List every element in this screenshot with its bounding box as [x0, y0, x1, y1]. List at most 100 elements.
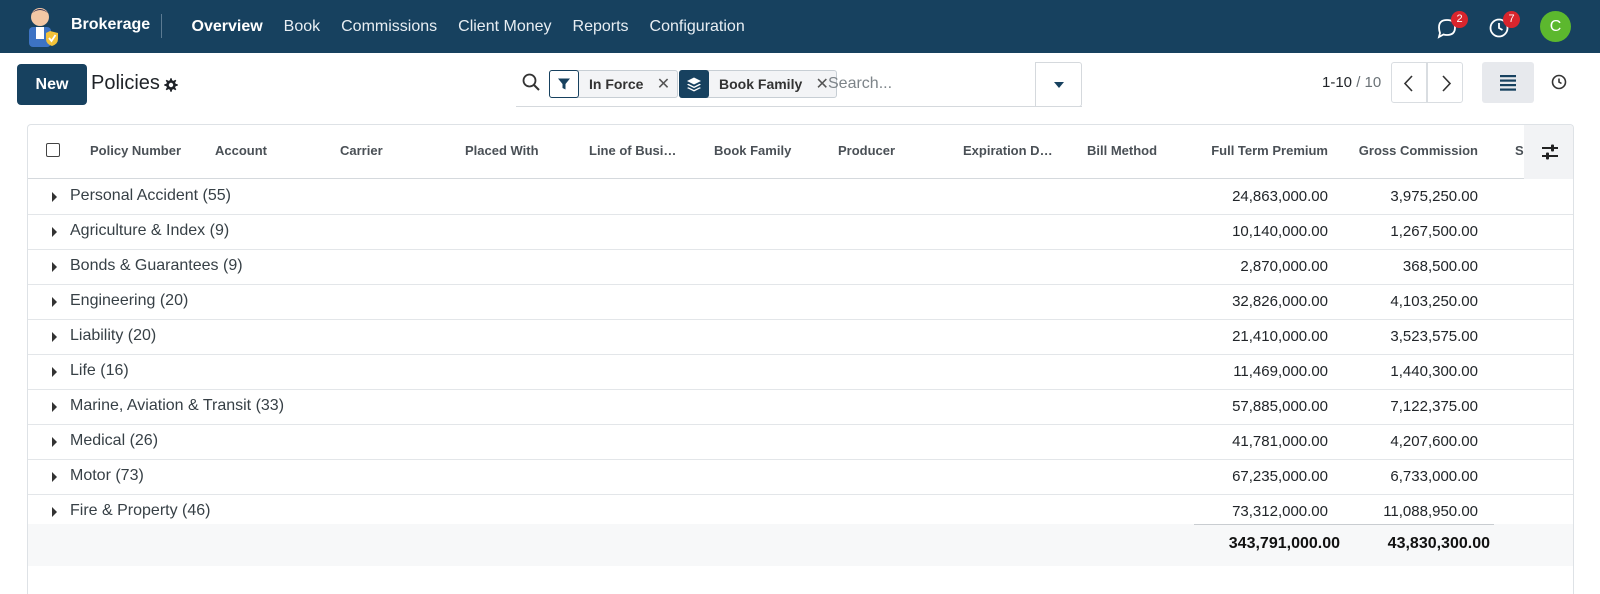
group-name: Fire & Property (46)	[70, 502, 211, 519]
gear-icon[interactable]	[163, 77, 179, 93]
activity-view-clock-icon[interactable]	[1547, 70, 1571, 94]
search-options-toggle[interactable]	[1035, 62, 1082, 107]
group-row[interactable]: Agriculture & Index (9) 10,140,000.00 1,26…	[28, 214, 1573, 250]
optional-columns-toggle[interactable]	[1524, 125, 1573, 179]
search-icon[interactable]	[521, 72, 541, 92]
caret-right-icon	[52, 227, 57, 237]
column-header-carrier[interactable]: Carrier	[340, 143, 450, 158]
top-navbar: Brokerage Overview Book Commissions Clie…	[0, 0, 1600, 53]
chevron-right-icon	[1442, 75, 1452, 92]
group-row[interactable]: Liability (20) 21,410,000.00 3,523,575.00	[28, 319, 1573, 355]
select-all-checkbox[interactable]	[46, 143, 60, 157]
list-icon	[1500, 75, 1516, 91]
facet-book-family: Book Family ✕	[679, 70, 838, 98]
group-full-term-premium: 21,410,000.00	[1232, 328, 1328, 345]
column-header-full-term-premium[interactable]: Full Term Premium	[1174, 143, 1328, 158]
menu-item-commissions[interactable]: Commissions	[331, 0, 448, 53]
group-name: Motor (73)	[70, 467, 144, 484]
group-gross-commission: 3,975,250.00	[1390, 188, 1478, 205]
group-row[interactable]: Personal Accident (55) 24,863,000.00 3,975…	[28, 179, 1573, 215]
layers-icon	[679, 70, 709, 98]
group-full-term-premium: 67,235,000.00	[1232, 468, 1328, 485]
filter-icon	[549, 70, 579, 98]
table-header: Policy Number Account Carrier Placed Wit…	[28, 125, 1573, 179]
group-full-term-premium: 73,312,000.00	[1232, 503, 1328, 520]
chevron-left-icon	[1403, 75, 1413, 92]
total-full-term-premium: 343,791,000.00	[1228, 535, 1340, 552]
group-row[interactable]: Engineering (20) 32,826,000.00 4,103,250.0…	[28, 284, 1573, 320]
group-full-term-premium: 2,870,000.00	[1240, 258, 1328, 275]
column-header-book-family[interactable]: Book Family	[714, 143, 824, 158]
caret-right-icon	[52, 507, 57, 517]
pager-previous-button[interactable]	[1391, 62, 1427, 103]
column-header-expiration-date[interactable]: Expiration Date	[963, 143, 1057, 158]
column-header-producer[interactable]: Producer	[838, 143, 948, 158]
group-name: Marine, Aviation & Transit (33)	[70, 397, 285, 414]
group-gross-commission: 7,122,375.00	[1390, 398, 1478, 415]
pager-range: 1-10	[1322, 74, 1353, 91]
column-header-placed-with[interactable]: Placed With	[465, 143, 575, 158]
policies-table: Policy Number Account Carrier Placed Wit…	[27, 124, 1574, 594]
app-name[interactable]: Brokerage	[71, 16, 150, 34]
group-name: Engineering (20)	[70, 292, 189, 309]
group-full-term-premium: 41,781,000.00	[1232, 433, 1328, 450]
new-button[interactable]: New	[17, 64, 87, 105]
pager-value[interactable]: 1-10 / 10	[1322, 74, 1381, 91]
group-full-term-premium: 24,863,000.00	[1232, 188, 1328, 205]
navbar-divider	[161, 14, 162, 38]
user-avatar[interactable]: C	[1540, 11, 1571, 42]
facet-label-book-family: Book Family	[719, 76, 803, 92]
group-row[interactable]: Marine, Aviation & Transit (33) 57,885,00…	[28, 389, 1573, 425]
group-name: Life (16)	[70, 362, 129, 379]
caret-right-icon	[52, 262, 57, 272]
search-bar: In Force ✕ Book Family ✕	[516, 62, 1082, 107]
caret-right-icon	[52, 192, 57, 202]
caret-right-icon	[52, 437, 57, 447]
group-full-term-premium: 32,826,000.00	[1232, 293, 1328, 310]
pager-next-button[interactable]	[1427, 62, 1463, 103]
group-full-term-premium: 11,469,000.00	[1233, 363, 1328, 380]
group-full-term-premium: 57,885,000.00	[1232, 398, 1328, 415]
menu-item-configuration[interactable]: Configuration	[639, 0, 755, 53]
group-full-term-premium: 10,140,000.00	[1232, 223, 1328, 240]
column-header-policy-number[interactable]: Policy Number	[90, 143, 200, 158]
facet-in-force: In Force ✕	[549, 70, 679, 98]
caret-right-icon	[52, 402, 57, 412]
pager-total: 10	[1364, 74, 1382, 91]
caret-right-icon	[52, 297, 57, 307]
messages-button[interactable]: 2	[1436, 11, 1468, 40]
activities-button[interactable]: 7	[1488, 11, 1520, 40]
group-row[interactable]: Life (16) 11,469,000.00 1,440,300.00	[28, 354, 1573, 390]
pager-separator: /	[1352, 74, 1365, 91]
column-header-account[interactable]: Account	[215, 143, 325, 158]
totals-row: 343,791,000.00 43,830,300.00	[28, 524, 1573, 566]
group-gross-commission: 4,207,600.00	[1390, 433, 1478, 450]
facet-remove-in-force-icon[interactable]: ✕	[653, 74, 673, 94]
group-name: Liability (20)	[70, 327, 157, 344]
menu-item-overview[interactable]: Overview	[181, 0, 273, 53]
group-gross-commission: 368,500.00	[1402, 258, 1478, 275]
menu-item-client-money[interactable]: Client Money	[448, 0, 562, 53]
list-view-button[interactable]	[1482, 62, 1534, 103]
total-gross-commission: 43,830,300.00	[1387, 535, 1490, 552]
messages-count-badge: 2	[1451, 11, 1468, 28]
group-row[interactable]: Medical (26) 41,781,000.00 4,207,600.00	[28, 424, 1573, 460]
caret-right-icon	[52, 367, 57, 377]
column-header-line-of-business[interactable]: Line of Business	[589, 143, 679, 158]
totals-divider	[1194, 524, 1494, 525]
menu-item-reports[interactable]: Reports	[562, 0, 639, 53]
group-gross-commission: 4,103,250.00	[1390, 293, 1478, 310]
menu-item-book[interactable]: Book	[273, 0, 330, 53]
column-header-truncated[interactable]: S	[1515, 143, 1524, 158]
group-row[interactable]: Bonds & Guarantees (9) 2,870,000.00 368,50…	[28, 249, 1573, 285]
app-logo-icon[interactable]	[22, 5, 62, 47]
group-gross-commission: 1,267,500.00	[1390, 223, 1478, 240]
group-row[interactable]: Motor (73) 67,235,000.00 6,733,000.00	[28, 459, 1573, 495]
group-name: Personal Accident (55)	[70, 187, 231, 204]
caret-right-icon	[52, 472, 57, 482]
group-name: Bonds & Guarantees (9)	[70, 257, 243, 274]
search-input[interactable]	[828, 70, 1028, 98]
column-header-gross-commission[interactable]: Gross Commission	[1328, 143, 1478, 158]
page-title: Policies	[91, 72, 160, 94]
activities-count-badge: 7	[1503, 11, 1520, 28]
